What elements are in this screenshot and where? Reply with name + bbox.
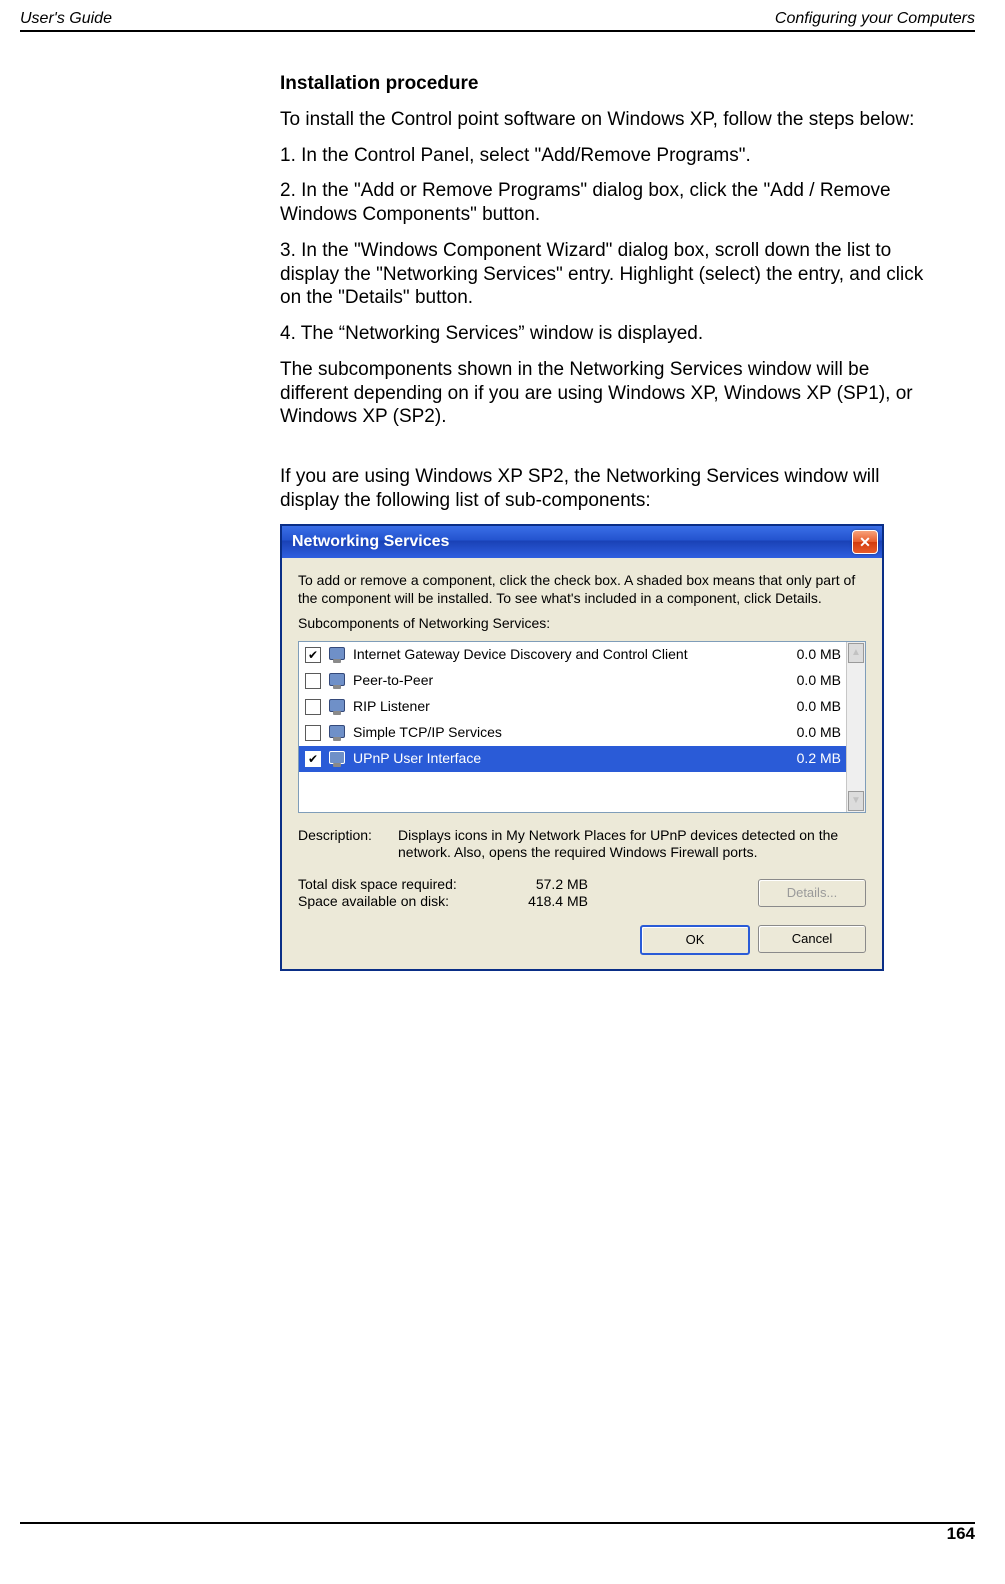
page-header: User's Guide Configuring your Computers xyxy=(20,10,975,32)
list-item-label: Internet Gateway Device Discovery and Co… xyxy=(353,646,765,664)
cancel-button[interactable]: Cancel xyxy=(758,925,866,953)
checkbox[interactable]: ✔ xyxy=(305,647,321,663)
step-1: 1. In the Control Panel, select "Add/Rem… xyxy=(280,144,935,168)
description-label: Description: xyxy=(298,827,388,862)
section-title: Installation procedure xyxy=(280,72,935,96)
dialog-title: Networking Services xyxy=(292,532,449,552)
details-button: Details... xyxy=(758,879,866,907)
available-space-label: Space available on disk: xyxy=(298,893,508,911)
document-body: Installation procedure To install the Co… xyxy=(280,72,935,971)
chevron-down-icon: ▼ xyxy=(851,795,861,808)
subcomponents-label: Subcomponents of Networking Services: xyxy=(298,615,866,633)
ok-button[interactable]: OK xyxy=(640,925,750,955)
sp2-paragraph: If you are using Windows XP SP2, the Net… xyxy=(280,465,935,513)
component-icon xyxy=(327,698,347,716)
list-item[interactable]: Peer-to-Peer 0.0 MB xyxy=(299,668,847,694)
checkbox[interactable] xyxy=(305,699,321,715)
component-icon xyxy=(327,672,347,690)
available-space-value: 418.4 MB xyxy=(508,893,588,911)
list-item-label: UPnP User Interface xyxy=(353,750,765,768)
networking-services-dialog: Networking Services ✕ To add or remove a… xyxy=(280,524,884,971)
list-item-size: 0.0 MB xyxy=(771,698,841,716)
total-space-label: Total disk space required: xyxy=(298,876,508,894)
list-item-size: 0.0 MB xyxy=(771,646,841,664)
checkbox[interactable] xyxy=(305,673,321,689)
close-icon: ✕ xyxy=(859,534,871,552)
list-item-label: Peer-to-Peer xyxy=(353,672,765,690)
page-number: 164 xyxy=(947,1524,975,1543)
dialog-instructions: To add or remove a component, click the … xyxy=(298,572,866,607)
checkbox[interactable] xyxy=(305,725,321,741)
checkbox[interactable]: ✔ xyxy=(305,751,321,767)
list-item-label: RIP Listener xyxy=(353,698,765,716)
chevron-up-icon: ▲ xyxy=(851,647,861,660)
dialog-titlebar[interactable]: Networking Services ✕ xyxy=(282,526,882,558)
step-3: 3. In the "Windows Component Wizard" dia… xyxy=(280,239,935,310)
list-item-size: 0.0 MB xyxy=(771,724,841,742)
component-icon xyxy=(327,646,347,664)
component-icon xyxy=(327,750,347,768)
list-item-size: 0.0 MB xyxy=(771,672,841,690)
list-item[interactable]: Simple TCP/IP Services 0.0 MB xyxy=(299,720,847,746)
list-item-size: 0.2 MB xyxy=(771,750,841,768)
header-right: Configuring your Computers xyxy=(775,10,975,28)
step-4: 4. The “Networking Services” window is d… xyxy=(280,322,935,346)
description-text: Displays icons in My Network Places for … xyxy=(398,827,866,862)
note-paragraph: The subcomponents shown in the Networkin… xyxy=(280,358,935,429)
list-item[interactable]: RIP Listener 0.0 MB xyxy=(299,694,847,720)
list-item-label: Simple TCP/IP Services xyxy=(353,724,765,742)
total-space-value: 57.2 MB xyxy=(508,876,588,894)
header-left: User's Guide xyxy=(20,10,112,28)
list-item[interactable]: ✔ Internet Gateway Device Discovery and … xyxy=(299,642,847,668)
scroll-up-button[interactable]: ▲ xyxy=(848,643,864,663)
list-item[interactable]: ✔ UPnP User Interface 0.2 MB xyxy=(299,746,847,772)
component-icon xyxy=(327,724,347,742)
scroll-down-button[interactable]: ▼ xyxy=(848,791,864,811)
close-button[interactable]: ✕ xyxy=(852,530,878,554)
scrollbar[interactable]: ▲ ▼ xyxy=(846,642,865,812)
step-2: 2. In the "Add or Remove Programs" dialo… xyxy=(280,179,935,227)
intro-paragraph: To install the Control point software on… xyxy=(280,108,935,132)
subcomponents-listbox[interactable]: ✔ Internet Gateway Device Discovery and … xyxy=(298,641,866,813)
